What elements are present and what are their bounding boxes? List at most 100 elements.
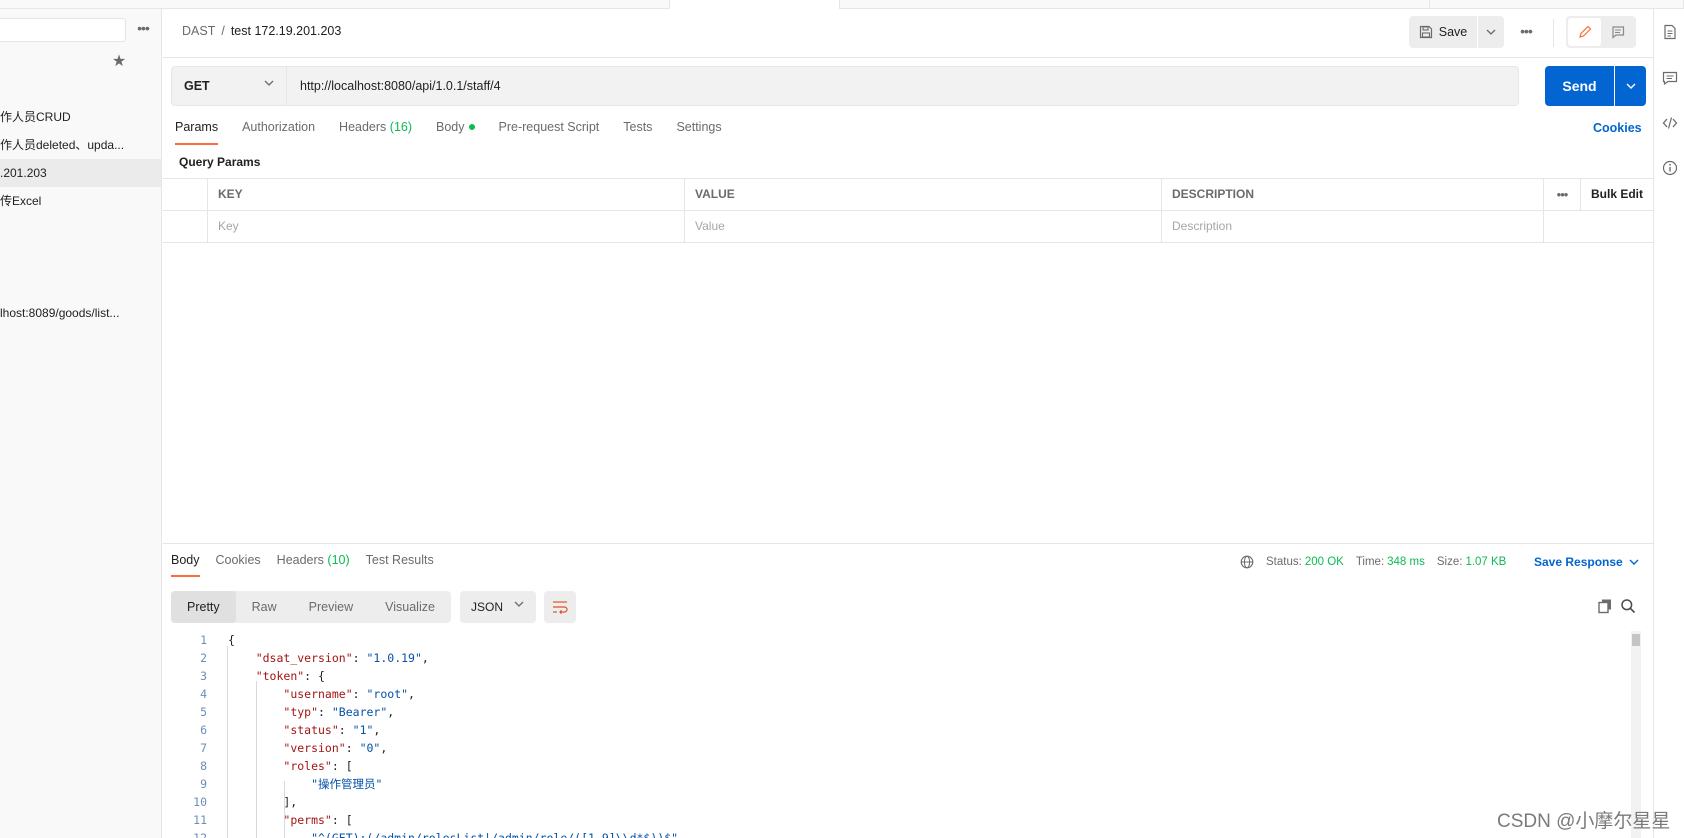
- response-body-code[interactable]: 1{2 "dsat_version": "1.0.19", 3 "token": …: [163, 631, 1633, 838]
- column-header-value: VALUE: [685, 179, 1162, 210]
- bulk-edit-button[interactable]: Bulk Edit: [1581, 179, 1653, 210]
- tab-body[interactable]: Body: [436, 115, 475, 145]
- comment-mode-button[interactable]: [1602, 18, 1634, 46]
- request-tab-active[interactable]: [670, 0, 840, 9]
- wrap-lines-button[interactable]: [544, 591, 576, 623]
- watermark: CSDN @小摩尔星星: [1497, 811, 1671, 832]
- tab-params[interactable]: Params: [175, 115, 219, 145]
- save-button[interactable]: Save: [1409, 16, 1477, 48]
- request-workspace: DAST / test 172.19.201.203 Save ••• GET: [163, 9, 1653, 838]
- search-icon[interactable]: [1620, 598, 1636, 614]
- param-value-input[interactable]: Value: [685, 211, 1162, 242]
- sidebar-search-input[interactable]: [0, 18, 126, 42]
- tab-label: Settings: [676, 120, 722, 134]
- line-number: 5: [200, 705, 207, 719]
- response-tab-cookies[interactable]: Cookies: [216, 550, 261, 577]
- breadcrumb-collection[interactable]: DAST: [182, 24, 215, 38]
- code-text: ],: [228, 795, 298, 809]
- send-group: Send: [1545, 66, 1646, 106]
- right-rail: [1653, 9, 1684, 838]
- send-options-button[interactable]: [1615, 66, 1646, 106]
- view-pretty-button[interactable]: Pretty: [171, 591, 236, 623]
- code-icon[interactable]: [1662, 115, 1678, 131]
- format-select[interactable]: JSON: [460, 591, 536, 623]
- globe-icon[interactable]: [1240, 555, 1254, 569]
- response-tab-test-results[interactable]: Test Results: [366, 550, 434, 577]
- line-number: 7: [200, 741, 207, 755]
- column-header-description: DESCRIPTION: [1162, 179, 1544, 210]
- edit-mode-button[interactable]: [1568, 18, 1601, 46]
- column-options-icon[interactable]: •••: [1544, 179, 1581, 210]
- info-icon[interactable]: [1662, 160, 1678, 176]
- response-tab-body[interactable]: Body: [171, 550, 200, 577]
- documentation-icon[interactable]: [1662, 24, 1678, 40]
- tab-label: Body: [436, 120, 465, 134]
- tab-tests[interactable]: Tests: [623, 115, 652, 145]
- code-line: 7 "version": "0",: [163, 739, 1633, 757]
- chevron-down-icon: [1629, 559, 1639, 565]
- time-value[interactable]: 348 ms: [1387, 556, 1425, 568]
- line-number: 11: [193, 813, 207, 827]
- row-spacer: [1544, 211, 1581, 242]
- sidebar: ••• ★ 作人员CRUD 作人员deleted、upda... .201.20…: [0, 9, 162, 838]
- response-tab-headers[interactable]: Headers (10): [277, 550, 350, 577]
- code-line: 8 "roles": [: [163, 757, 1633, 775]
- code-line: 5 "typ": "Bearer",: [163, 703, 1633, 721]
- tab-label: Authorization: [242, 120, 316, 134]
- send-button[interactable]: Send: [1545, 66, 1614, 106]
- tab-settings[interactable]: Settings: [676, 115, 721, 145]
- comments-icon[interactable]: [1662, 70, 1678, 86]
- url-input[interactable]: http://localhost:8080/api/1.0.1/staff/4: [287, 66, 1519, 106]
- more-options-icon[interactable]: •••: [1514, 23, 1538, 41]
- sidebar-item[interactable]: 传Excel: [0, 187, 161, 215]
- view-raw-button[interactable]: Raw: [236, 591, 293, 623]
- sidebar-item[interactable]: 作人员CRUD: [0, 103, 161, 131]
- request-tab[interactable]: [840, 0, 1430, 9]
- cookies-link[interactable]: Cookies: [1593, 121, 1642, 135]
- wrap-lines-icon: [553, 601, 568, 614]
- code-line: 12 "^(GET):(/admin/rolesList|/admin/role…: [163, 829, 1633, 838]
- query-params-title: Query Params: [179, 155, 261, 169]
- code-text: "dsat_version": "1.0.19",: [255, 651, 429, 665]
- code-text: "typ": "Bearer",: [283, 705, 395, 719]
- view-preview-button[interactable]: Preview: [293, 591, 369, 623]
- save-options-button[interactable]: [1478, 16, 1504, 48]
- sidebar-item-label: 作人员deleted、upda...: [0, 138, 125, 152]
- chevron-down-icon: [1486, 29, 1496, 35]
- param-description-input[interactable]: Description: [1162, 211, 1544, 242]
- tab-headers[interactable]: Headers (16): [339, 115, 412, 145]
- tab-authorization[interactable]: Authorization: [242, 115, 315, 145]
- star-icon[interactable]: ★: [110, 53, 128, 71]
- sidebar-item[interactable]: lhost:8089/goods/list...: [0, 299, 161, 327]
- chevron-down-icon: [1626, 83, 1635, 89]
- request-tab[interactable]: [0, 0, 670, 9]
- view-visualize-button[interactable]: Visualize: [369, 591, 451, 623]
- tab-label: Tests: [623, 120, 653, 134]
- sidebar-more-icon[interactable]: •••: [133, 20, 153, 40]
- response-divider[interactable]: [163, 543, 1653, 544]
- tab-pre-request-script[interactable]: Pre-request Script: [499, 115, 600, 145]
- params-table: KEY VALUE DESCRIPTION ••• Bulk Edit Key …: [163, 178, 1653, 243]
- code-line: 11 "perms": [: [163, 811, 1633, 829]
- line-number: 3: [200, 669, 207, 683]
- indent-guide: [256, 681, 257, 838]
- divider: [1553, 19, 1554, 47]
- size-label: Size:: [1436, 556, 1463, 568]
- comment-icon: [1612, 26, 1625, 39]
- param-key-input[interactable]: Key: [208, 211, 685, 242]
- code-line: 6 "status": "1",: [163, 721, 1633, 739]
- copy-icon[interactable]: [1597, 598, 1613, 614]
- code-scrollbar-thumb[interactable]: [1632, 634, 1640, 646]
- row-checkbox[interactable]: [163, 211, 208, 242]
- method-select[interactable]: GET: [171, 66, 287, 106]
- sidebar-item-selected[interactable]: .201.203: [0, 159, 161, 187]
- request-title[interactable]: test 172.19.201.203: [231, 24, 342, 38]
- sidebar-item-label: lhost:8089/goods/list...: [0, 306, 120, 320]
- request-tab[interactable]: [1430, 0, 1684, 9]
- code-line: 10 ],: [163, 793, 1633, 811]
- line-number: 12: [193, 831, 207, 838]
- size-value[interactable]: 1.07 KB: [1465, 556, 1506, 568]
- save-response-button[interactable]: Save Response: [1534, 555, 1639, 569]
- status-value[interactable]: 200 OK: [1305, 556, 1344, 568]
- sidebar-item[interactable]: 作人员deleted、upda...: [0, 131, 161, 159]
